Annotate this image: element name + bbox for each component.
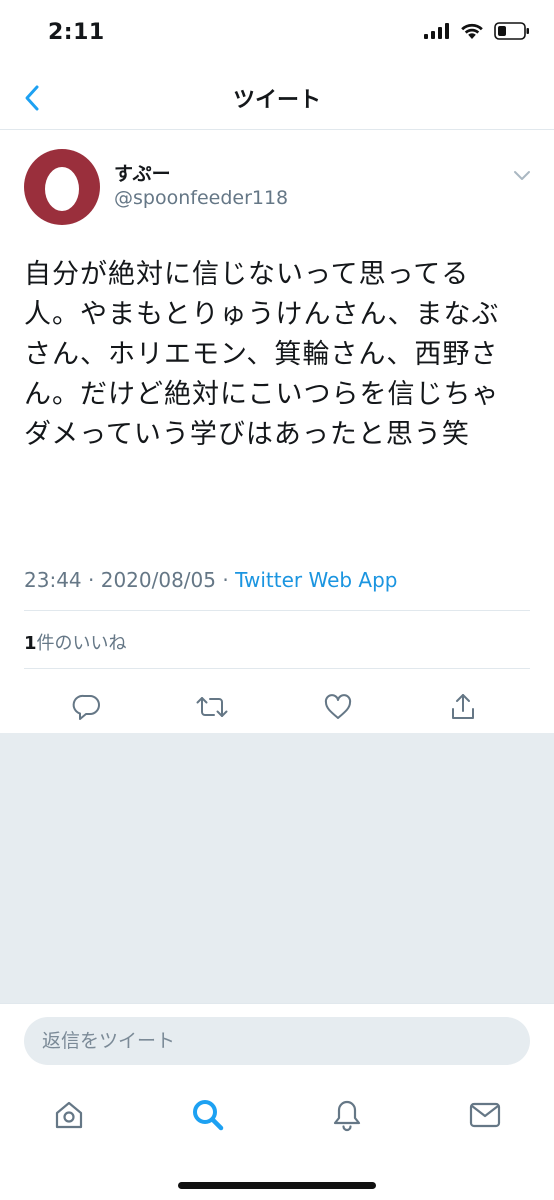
meta-separator: · <box>88 568 95 592</box>
chevron-down-icon <box>514 171 530 180</box>
wifi-icon <box>461 23 483 39</box>
tweet-timestamp: 23:44 · 2020/08/05 · Twitter Web App <box>24 568 398 592</box>
heart-icon <box>324 694 352 719</box>
signal-icon <box>424 23 449 39</box>
reply-button[interactable] <box>67 687 107 727</box>
nav-bar: ツイート <box>0 66 554 130</box>
status-time: 2:11 <box>48 20 105 45</box>
reply-composer <box>0 1003 554 1077</box>
battery-icon <box>494 22 529 40</box>
tweet-source-link[interactable]: Twitter Web App <box>235 568 397 592</box>
search-icon <box>193 1100 224 1131</box>
likes-count: 1 <box>24 633 37 654</box>
page-title: ツイート <box>232 88 321 113</box>
author-name[interactable]: すぷー <box>114 159 171 186</box>
author-handle[interactable]: @spoonfeeder118 <box>114 187 288 209</box>
share-button[interactable] <box>443 687 483 727</box>
retweet-button[interactable] <box>192 687 232 727</box>
avatar[interactable] <box>24 149 100 225</box>
like-button[interactable] <box>318 687 358 727</box>
retweet-icon <box>196 697 228 717</box>
likes-label: 件のいいね <box>36 633 127 654</box>
egg-avatar-icon <box>45 167 79 211</box>
messages-icon <box>469 1102 501 1128</box>
tab-messages[interactable] <box>463 1093 507 1137</box>
status-icons <box>424 22 530 40</box>
likes-link[interactable]: 1件のいいね <box>24 629 127 655</box>
divider <box>24 610 530 611</box>
reply-icon <box>72 694 100 720</box>
tab-search[interactable] <box>186 1093 230 1137</box>
more-options-button[interactable] <box>510 163 534 187</box>
home-indicator <box>178 1182 376 1189</box>
tweet-time: 23:44 <box>24 568 82 592</box>
tab-notifications[interactable] <box>325 1093 369 1137</box>
tweet-actions <box>0 679 554 733</box>
home-icon <box>55 1101 83 1129</box>
tweet-text: 自分が絶対に信じないって思ってる人。やまもとりゅうけんさん、まなぶさん、ホリエモ… <box>24 259 500 450</box>
status-bar: 2:11 <box>0 0 554 66</box>
notifications-icon <box>333 1100 361 1132</box>
reply-input[interactable] <box>24 1017 530 1065</box>
meta-separator: · <box>222 568 229 592</box>
tweet-date: 2020/08/05 <box>100 568 216 592</box>
empty-replies-area <box>0 733 554 1003</box>
tab-home[interactable] <box>47 1093 91 1137</box>
share-icon <box>452 694 474 719</box>
divider <box>24 668 530 669</box>
